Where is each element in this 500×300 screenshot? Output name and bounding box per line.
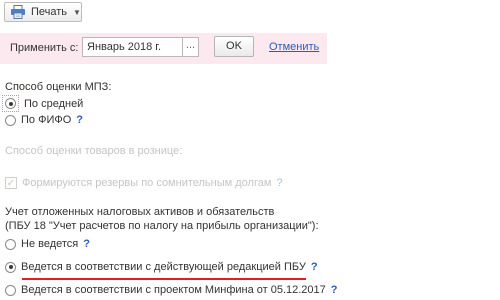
help-icon[interactable]: ?: [331, 284, 338, 296]
mpz-section-title: Способ оценки МПЗ:: [5, 81, 112, 93]
focus-frame: [2, 95, 19, 112]
cancel-link[interactable]: Отменить: [269, 41, 319, 53]
radio-average[interactable]: [5, 98, 16, 109]
radio-label: Ведется в соответствии с действующей ред…: [21, 261, 306, 273]
radio-current-pbu[interactable]: [5, 261, 16, 273]
reserves-option: ✓ Формируются резервы по сомнительным до…: [5, 177, 283, 189]
period-picker-button[interactable]: ...: [183, 37, 199, 57]
mpz-option-fifo[interactable]: По ФИФО ?: [5, 114, 83, 126]
radio-minfin-draft[interactable]: [5, 284, 16, 296]
reserves-label: Формируются резервы по сомнительным долг…: [22, 177, 272, 189]
period-input[interactable]: Январь 2018 г.: [82, 37, 183, 57]
radio-label: По ФИФО: [21, 114, 72, 126]
print-button-label: Печать: [31, 6, 68, 18]
radio-label: По средней: [24, 97, 84, 110]
retail-section-title: Способ оценки товаров в рознице:: [5, 145, 183, 157]
print-button[interactable]: Печать ▼: [4, 2, 82, 22]
ok-button[interactable]: OK: [214, 36, 254, 57]
deferred-section-subtitle: (ПБУ 18 "Учет расчетов по налогу на приб…: [5, 220, 319, 232]
help-icon: ?: [276, 177, 283, 189]
radio-label: Ведется в соответствии с проектом Минфин…: [21, 284, 326, 296]
apply-from-label: Применить с:: [10, 42, 79, 54]
help-icon[interactable]: ?: [83, 238, 90, 250]
reserves-checkbox: ✓: [5, 177, 17, 189]
printer-icon: [10, 5, 26, 19]
deferred-option-current-pbu[interactable]: Ведется в соответствии с действующей ред…: [5, 261, 318, 273]
deferred-option-minfin-draft[interactable]: Ведется в соответствии с проектом Минфин…: [5, 284, 338, 296]
help-icon[interactable]: ?: [311, 261, 318, 273]
chevron-down-icon: ▼: [73, 7, 81, 17]
red-underline-annotation: [22, 278, 306, 280]
help-icon[interactable]: ?: [76, 114, 83, 126]
radio-not-kept[interactable]: [5, 238, 16, 250]
mpz-option-average[interactable]: По средней: [2, 95, 83, 112]
deferred-option-none[interactable]: Не ведется ?: [5, 238, 90, 250]
radio-label: Не ведется: [21, 238, 79, 250]
radio-fifo[interactable]: [5, 114, 16, 126]
deferred-section-title: Учет отложенных налоговых активов и обяз…: [5, 206, 275, 218]
